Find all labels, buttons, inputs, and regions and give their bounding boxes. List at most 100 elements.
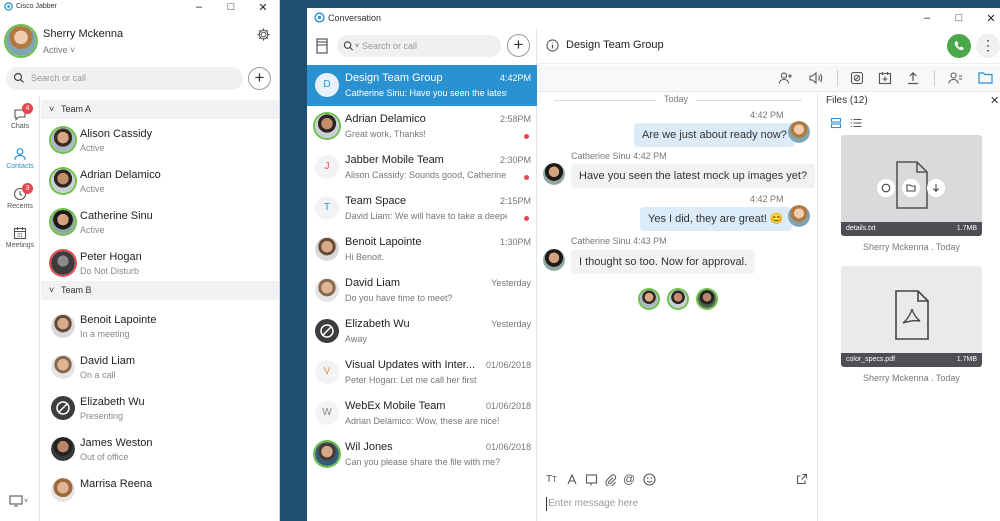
message-bubble: Have you seen the latest mock up images … (571, 164, 816, 188)
conversation-item[interactable]: T Team Space David Liam: We will have to… (307, 188, 537, 229)
pop-out-icon[interactable] (796, 473, 808, 485)
grid-view-icon[interactable] (830, 117, 842, 129)
conversation-item[interactable]: Wil Jones Can you please share the file … (307, 434, 537, 475)
conversation-item[interactable]: David Liam Do you have time to meet? Yes… (307, 270, 537, 311)
conversation-item[interactable]: Adrian Delamico Great work, Thanks! 2:58… (307, 106, 537, 147)
contact-item[interactable]: James Weston Out of office (41, 428, 279, 469)
maximize-button[interactable]: □ (943, 11, 975, 25)
nav-contacts[interactable]: Contacts (0, 147, 40, 170)
attach-paperclip-icon[interactable] (604, 473, 617, 486)
contact-item[interactable]: Peter Hogan Do Not Disturb (41, 242, 279, 283)
conversation-time: Yesterday (491, 319, 531, 329)
contact-item[interactable]: Adrian Delamico Active (41, 160, 279, 201)
file-card[interactable]: details.txt 1.7MB (841, 135, 982, 236)
audio-speaker-icon[interactable] (808, 71, 823, 85)
nav-recents[interactable]: Recents 3 (0, 183, 40, 210)
message-sender-time: Catherine Sinu 4:42 PM (571, 151, 667, 161)
toolbar-divider (837, 70, 838, 86)
emoji-smiley-icon[interactable] (643, 473, 656, 486)
jabber-main-window: Cisco Jabber – □ ✕ Sherry Mckenna Active… (0, 0, 280, 521)
minimize-button[interactable]: – (183, 0, 215, 14)
toolbar-divider (934, 70, 935, 86)
close-button[interactable]: ✕ (975, 11, 1000, 25)
message-time: 4:43 PM (633, 236, 667, 246)
conversation-initial: W (315, 401, 339, 425)
minimize-button[interactable]: – (911, 11, 943, 25)
search-box[interactable]: Search or call (6, 67, 243, 90)
call-button[interactable] (947, 34, 971, 58)
mention-at-icon[interactable]: @ (623, 472, 635, 486)
contact-avatar (51, 355, 75, 379)
device-selector[interactable]: ˅ (9, 495, 28, 507)
user-status-dropdown[interactable]: Active ˅ (43, 45, 75, 55)
conversation-time: Yesterday (491, 278, 531, 288)
conversation-item[interactable]: V Visual Updates with Inter... Peter Hog… (307, 352, 537, 393)
file-footer: details.txt 1.7MB (841, 222, 982, 236)
message-time: 4:42 PM (750, 194, 784, 204)
text-format-icon[interactable]: TT (546, 474, 557, 485)
contact-status: Presenting (80, 411, 124, 421)
contact-item[interactable]: Benoit Lapointe In a meeting (41, 305, 279, 346)
download-icon[interactable] (927, 179, 945, 197)
new-conversation-button[interactable]: + (507, 34, 530, 57)
conversation-item[interactable]: W WebEx Mobile Team Adrian Delamico: Wow… (307, 393, 537, 434)
read-receipt-avatar (669, 290, 687, 308)
contact-item[interactable]: David Liam On a call (41, 346, 279, 387)
contact-item[interactable]: Elizabeth Wu Presenting (41, 387, 279, 428)
contact-name: Catherine Sinu (80, 210, 153, 222)
contact-item[interactable]: Catherine Sinu Active (41, 201, 279, 242)
message-bubble: Are we just about ready now? (634, 123, 795, 147)
list-view-icon[interactable] (850, 117, 862, 129)
group-header-team-b[interactable]: ˅ Team B (41, 281, 279, 300)
text-cursor (546, 497, 547, 511)
conversation-time: 2:30PM (499, 155, 531, 165)
nav-meetings[interactable]: 31 Meetings (0, 226, 40, 249)
info-icon[interactable] (546, 39, 559, 52)
user-avatar[interactable] (6, 26, 36, 56)
nav-chats[interactable]: Chats 4 (0, 103, 40, 130)
contact-status: On a call (80, 370, 116, 380)
screen-capture-icon[interactable] (585, 473, 598, 486)
contact-name: Elizabeth Wu (80, 396, 145, 408)
file-card[interactable]: color_specs.pdf 1.7MB (841, 266, 982, 367)
contact-item[interactable]: Marrisa Reena (41, 469, 279, 510)
font-color-icon[interactable] (566, 473, 578, 486)
conversation-item[interactable]: Elizabeth Wu Away Yesterday (307, 311, 537, 352)
conversation-search-box[interactable]: ˅ Search or call (337, 35, 501, 57)
add-participant-icon[interactable] (778, 71, 793, 85)
nav-contacts-label: Contacts (6, 163, 34, 170)
maximize-button[interactable]: □ (215, 0, 247, 14)
contacts-book-icon[interactable] (316, 38, 328, 54)
add-meeting-icon[interactable] (878, 71, 892, 85)
open-folder-icon[interactable] (902, 179, 920, 197)
conversation-initial: T (315, 196, 339, 220)
conversation-time: 2:15PM (499, 196, 531, 206)
conversation-item[interactable]: Benoit Lapointe Hi Benoit. 1:30PM (307, 229, 537, 270)
close-files-button[interactable]: ✕ (990, 94, 999, 107)
more-options-button[interactable]: ⋮ (976, 34, 1000, 58)
conversation-avatar (315, 442, 339, 466)
screen-share-icon[interactable] (850, 71, 864, 85)
add-button[interactable]: + (248, 67, 271, 90)
close-button[interactable]: ✕ (247, 0, 279, 14)
files-folder-icon[interactable] (978, 71, 993, 84)
settings-gear-icon[interactable] (256, 27, 271, 42)
chat-about-file-icon[interactable] (877, 179, 895, 197)
user-name: Sherry Mckenna (43, 28, 124, 40)
day-label: Today (656, 94, 697, 104)
conversation-item[interactable]: D Design Team Group Catherine Sinu: Have… (307, 65, 537, 106)
message-input[interactable]: Enter message here (548, 498, 638, 509)
file-footer: color_specs.pdf 1.7MB (841, 353, 982, 367)
conversation-avatar (315, 278, 339, 302)
conversation-avatar (315, 237, 339, 261)
upload-icon[interactable] (906, 71, 920, 85)
conversation-list-panel: ˅ Search or call + D Design Team Group C… (307, 28, 537, 521)
jabber-logo-icon (314, 12, 325, 23)
group-header-team-a[interactable]: ˅ Team A (41, 100, 279, 119)
contact-avatar (51, 210, 75, 234)
participants-icon[interactable] (948, 71, 963, 85)
conversation-item[interactable]: J Jabber Mobile Team Alison Cassidy: Sou… (307, 147, 537, 188)
calendar-icon: 31 (13, 227, 27, 240)
contact-item[interactable]: Alison Cassidy Active (41, 119, 279, 160)
my-avatar (788, 205, 810, 227)
